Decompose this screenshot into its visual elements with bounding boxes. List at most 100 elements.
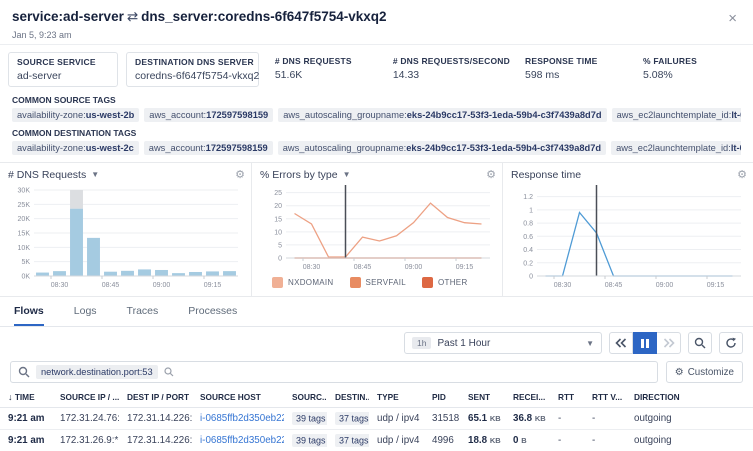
fast-forward-button[interactable] (657, 332, 681, 354)
chevron-down-icon: ▼ (91, 170, 99, 179)
time-range-select[interactable]: 1h Past 1 Hour ▼ (404, 332, 602, 354)
refresh-button[interactable] (719, 332, 743, 354)
rewind-button[interactable] (609, 332, 633, 354)
search-box[interactable]: network.destination.port:53 (10, 361, 658, 383)
tag-pill[interactable]: aws_account:172597598159 (144, 108, 273, 122)
tag-pill[interactable]: aws_account:172597598159 (144, 141, 273, 155)
rewind-icon (615, 338, 627, 348)
svg-text:0: 0 (529, 274, 533, 281)
search-filter-tag[interactable]: network.destination.port:53 (36, 365, 158, 379)
source-host-link[interactable]: i-0685ffb2d350eb223 (200, 413, 284, 424)
col-dest-tags[interactable]: DESTIN... (327, 387, 369, 408)
col-sent[interactable]: SENT (460, 387, 505, 408)
legend-servfail[interactable]: SERVFAIL (350, 277, 407, 288)
gear-icon[interactable]: ⚙ (486, 168, 496, 181)
page-title: service:ad-server⇄dns_server:coredns-6f6… (12, 9, 387, 25)
gear-icon: ⚙ (675, 367, 684, 378)
charts-row: # DNS Requests▼ ⚙ 0K5K10K15K20K25K30K08:… (0, 162, 753, 297)
source-tags-badge[interactable]: 39 tags (292, 434, 327, 447)
tab-traces[interactable]: Traces (127, 305, 159, 326)
col-received[interactable]: RECEI... (505, 387, 550, 408)
table-row[interactable]: 9:21 am 172.31.26.9:* 172.31.14.226:53 i… (0, 430, 753, 451)
source-tags-badge[interactable]: 39 tags (292, 412, 327, 425)
search-input[interactable] (180, 367, 650, 378)
time-controls: 1h Past 1 Hour ▼ (0, 327, 753, 358)
search-icon (164, 367, 174, 377)
tag-pill[interactable]: aws_autoscaling_groupname:eks-24b9cc17-5… (278, 141, 606, 155)
svg-text:0: 0 (278, 256, 282, 263)
nxdomain-swatch (272, 277, 283, 288)
stat-dns-requests-per-second: # DNS REQUESTS/SECOND 14.33 (385, 52, 509, 87)
legend-nxdomain[interactable]: NXDOMAIN (272, 277, 334, 288)
close-icon[interactable]: × (724, 9, 741, 28)
svg-text:15K: 15K (18, 231, 31, 238)
svg-text:09:00: 09:00 (153, 282, 171, 289)
col-source-ip[interactable]: SOURCE IP / ... (52, 387, 119, 408)
table-row[interactable]: 9:21 am 172.31.24.76:* 172.31.14.226:53 … (0, 408, 753, 430)
servfail-swatch (350, 277, 361, 288)
source-host-link[interactable]: i-0685ffb2d350eb223 (200, 435, 284, 446)
stat-failures: % FAILURES 5.08% (635, 52, 745, 87)
response-time-line-chart[interactable]: 00.20.40.60.811.208:3008:4509:0009:15 (511, 183, 747, 289)
search-row: network.destination.port:53 ⚙ Customize (0, 358, 753, 387)
zoom-button[interactable] (688, 332, 712, 354)
stat-source-service: SOURCE SERVICE ad-server (8, 52, 118, 87)
svg-text:5: 5 (278, 242, 282, 249)
tab-flows[interactable]: Flows (14, 305, 44, 326)
refresh-icon (725, 337, 737, 349)
time-range-badge: 1h (412, 337, 431, 349)
svg-text:25K: 25K (18, 202, 31, 209)
svg-text:25: 25 (274, 190, 282, 197)
tab-processes[interactable]: Processes (188, 305, 237, 326)
dest-tags-badge[interactable]: 37 tags (335, 434, 369, 447)
col-time-sortable[interactable]: ↓ TIME (0, 387, 52, 408)
svg-text:09:00: 09:00 (656, 282, 674, 289)
svg-text:20: 20 (274, 203, 282, 210)
sort-descending-icon: ↓ (8, 392, 13, 402)
chevron-down-icon: ▼ (343, 170, 351, 179)
chart-title-dropdown[interactable]: # DNS Requests▼ (8, 169, 99, 181)
common-source-tags-section: COMMON SOURCE TAGS availability-zone:us-… (0, 93, 753, 126)
legend-other[interactable]: OTHER (422, 277, 468, 288)
tag-pill[interactable]: aws_ec2launchtemplate_id:lt-0cf1c150dddb… (611, 141, 741, 155)
col-rtt[interactable]: RTT (550, 387, 584, 408)
gear-icon[interactable]: ⚙ (235, 168, 245, 181)
search-icon (18, 366, 30, 378)
svg-text:30K: 30K (18, 188, 31, 195)
col-source-host[interactable]: SOURCE HOST (192, 387, 284, 408)
tab-logs[interactable]: Logs (74, 305, 97, 326)
errors-line-chart[interactable]: 051015202508:3008:4509:0009:15 (260, 183, 496, 271)
col-dest-ip-port[interactable]: DEST IP / PORT (119, 387, 192, 408)
col-rtt-var[interactable]: RTT V... (584, 387, 626, 408)
svg-text:0K: 0K (21, 274, 30, 281)
col-direction[interactable]: DIRECTION (626, 387, 753, 408)
common-destination-tags-section: COMMON DESTINATION TAGS availability-zon… (0, 126, 753, 159)
table-header-row: ↓ TIME SOURCE IP / ... DEST IP / PORT SO… (0, 387, 753, 408)
tag-pill[interactable]: availability-zone:us-west-2c (12, 141, 139, 155)
tag-pill[interactable]: availability-zone:us-west-2b (12, 108, 139, 122)
flows-table: ↓ TIME SOURCE IP / ... DEST IP / PORT SO… (0, 387, 753, 451)
bidirectional-arrow-icon: ⇄ (124, 9, 141, 24)
tag-pill[interactable]: aws_ec2launchtemplate_id:lt-0cf1c150dddb… (612, 108, 741, 122)
col-type[interactable]: TYPE (369, 387, 424, 408)
svg-text:08:30: 08:30 (51, 282, 69, 289)
svg-text:5K: 5K (21, 259, 30, 266)
playback-button-group (609, 332, 681, 354)
svg-text:09:15: 09:15 (707, 282, 725, 289)
tag-pill[interactable]: aws_autoscaling_groupname:eks-24b9cc17-5… (278, 108, 606, 122)
chart-legend: NXDOMAIN SERVFAIL OTHER (260, 277, 496, 288)
pause-button[interactable] (633, 332, 657, 354)
gear-icon[interactable]: ⚙ (737, 168, 747, 181)
panel-header: service:ad-server⇄dns_server:coredns-6f6… (0, 0, 753, 45)
svg-text:0.8: 0.8 (523, 221, 533, 228)
col-pid[interactable]: PID (424, 387, 460, 408)
customize-button[interactable]: ⚙ Customize (666, 361, 743, 383)
dns-requests-bar-chart[interactable]: 0K5K10K15K20K25K30K08:3008:4509:0009:15 (8, 183, 244, 289)
pause-icon (641, 339, 649, 348)
col-source-tags[interactable]: SOURC... (284, 387, 327, 408)
chart-title-dropdown[interactable]: % Errors by type▼ (260, 169, 351, 181)
svg-text:10K: 10K (18, 245, 31, 252)
chart-dns-requests: # DNS Requests▼ ⚙ 0K5K10K15K20K25K30K08:… (0, 163, 251, 296)
dest-tags-badge[interactable]: 37 tags (335, 412, 369, 425)
svg-text:08:45: 08:45 (102, 282, 120, 289)
